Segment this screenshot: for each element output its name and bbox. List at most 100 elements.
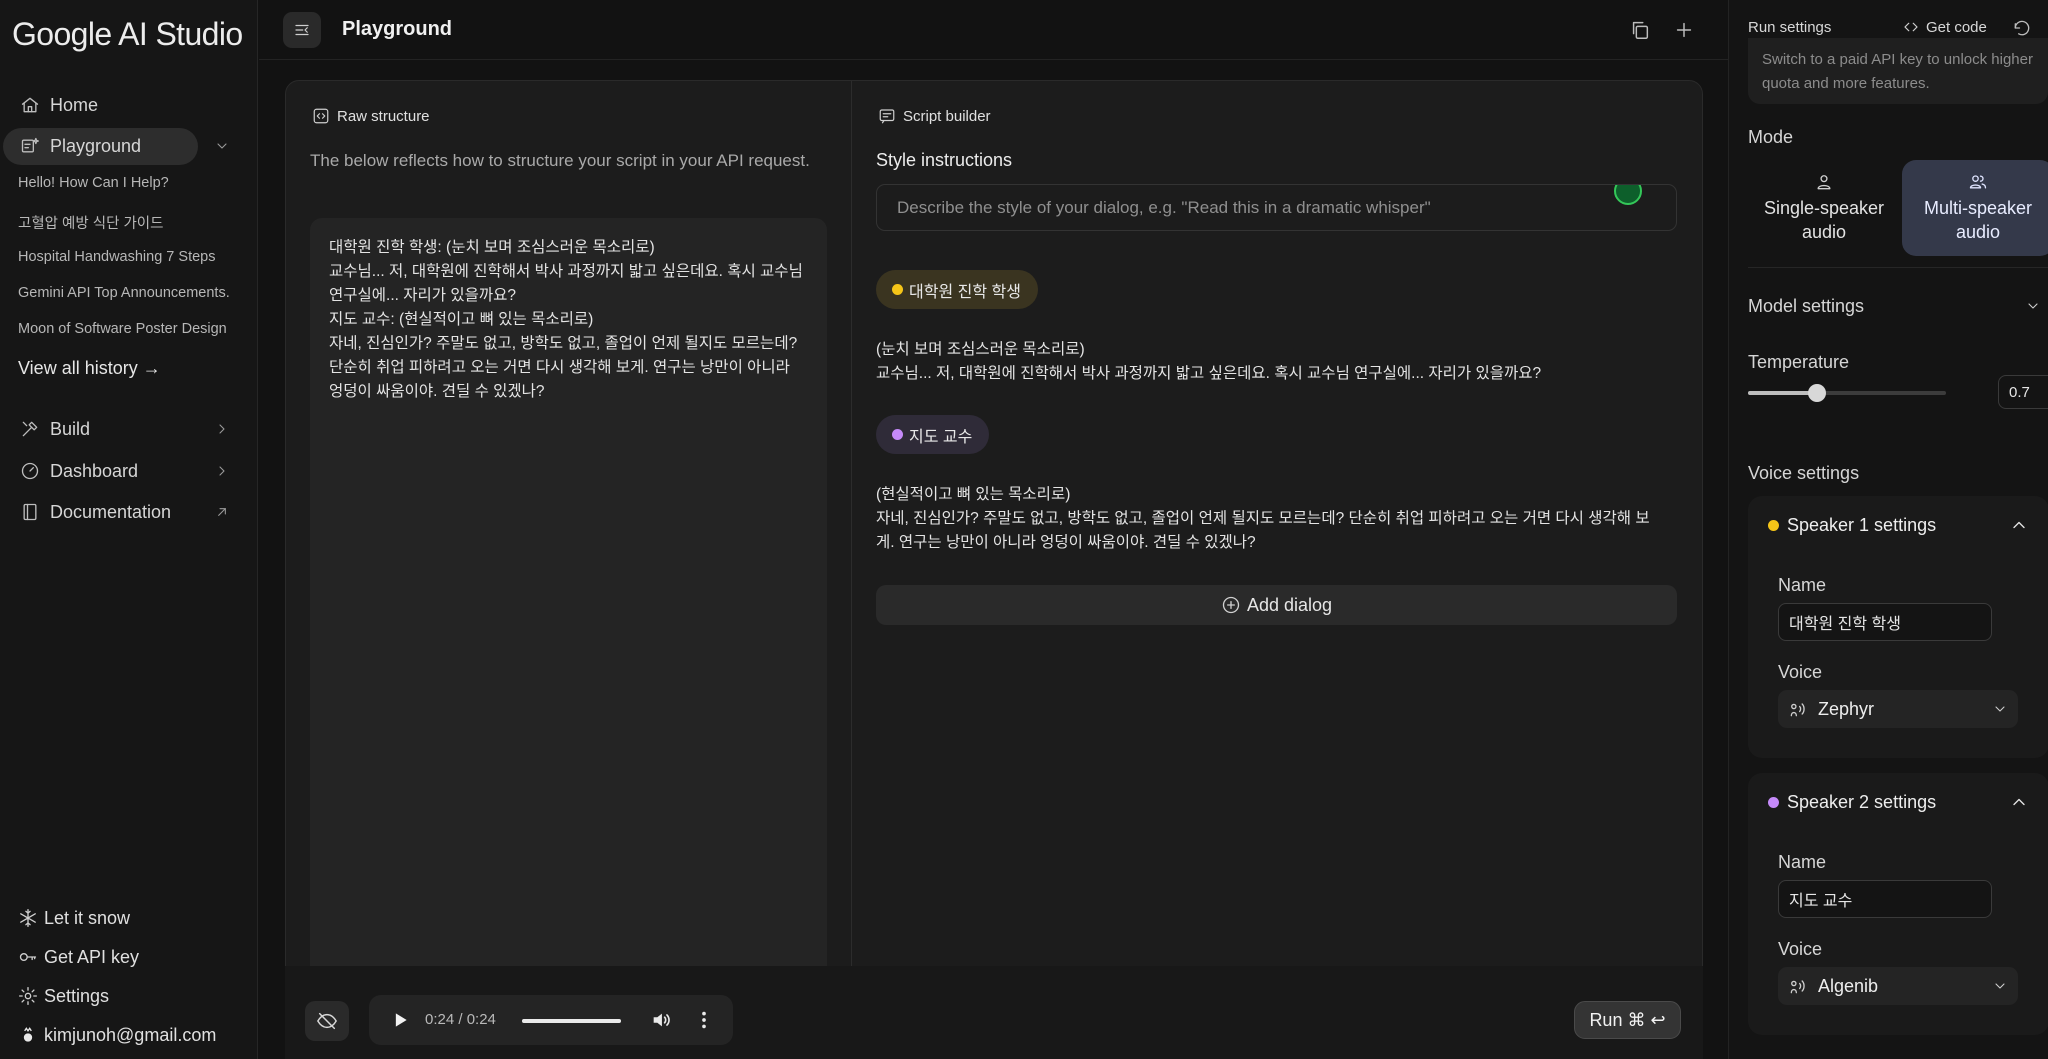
nav-dashboard[interactable]: Dashboard xyxy=(0,453,258,489)
key-icon xyxy=(19,953,37,961)
captions-off-icon xyxy=(317,1012,337,1030)
chevron-down-icon xyxy=(1995,983,2005,989)
account-icon xyxy=(23,1027,33,1042)
let-it-snow-button[interactable]: Let it snow xyxy=(0,903,258,933)
app-logo[interactable]: Google AI Studio xyxy=(12,16,243,53)
temperature-slider-thumb[interactable] xyxy=(1808,384,1827,402)
account-button[interactable]: kimjunoh@gmail.com xyxy=(0,1020,258,1050)
speaker-1-voice-select[interactable]: Zephyr xyxy=(1778,690,2018,728)
speaker-2-voice-value: Algenib xyxy=(1818,975,1879,996)
speaker-chip-label: 지도 교수 xyxy=(909,428,973,446)
nav-playground[interactable]: Playground xyxy=(0,128,258,165)
mode-single-label: Single-speaker audio xyxy=(1763,198,1885,242)
run-button[interactable]: Run ⌘ ↩ xyxy=(1574,1001,1681,1039)
dialog-text[interactable]: (눈치 보며 조심스러운 목소리로) 교수님... 저, 대학원에 진학해서 박… xyxy=(876,338,1666,386)
history-item[interactable]: 고혈압 예방 식단 가이드 xyxy=(18,212,164,233)
speaker-2-name-input[interactable]: 지도 교수 xyxy=(1778,880,1992,918)
chevron-down-icon[interactable] xyxy=(214,138,230,154)
code-icon xyxy=(1904,22,1918,32)
settings-button[interactable]: Settings xyxy=(0,981,258,1011)
add-dialog-button[interactable]: Add dialog xyxy=(876,585,1677,625)
nav-playground-label: Playground xyxy=(50,135,142,156)
nav-dashboard-label: Dashboard xyxy=(50,460,139,481)
mode-label: Mode xyxy=(1748,127,1794,147)
speaker-color-dot xyxy=(1768,797,1779,808)
temperature-label: Temperature xyxy=(1748,352,1850,372)
nav-build-label: Build xyxy=(50,418,91,439)
chevron-right-icon xyxy=(219,424,225,434)
play-icon[interactable] xyxy=(390,1010,410,1030)
style-instructions-input[interactable]: Describe the style of your dialog, e.g. … xyxy=(876,184,1677,231)
mode-single-speaker-option[interactable]: Single-speaker audio xyxy=(1748,160,1900,256)
chevron-right-icon xyxy=(219,466,225,476)
toggle-sidebar-button[interactable] xyxy=(283,12,321,48)
add-dialog-label: Add dialog xyxy=(1246,594,1333,615)
account-email: kimjunoh@gmail.com xyxy=(44,1024,217,1045)
view-all-history-link[interactable]: View all history → xyxy=(18,358,161,379)
history-item[interactable]: Hello! How Can I Help? xyxy=(18,175,169,191)
top-bar: Playground xyxy=(259,0,1728,60)
person-icon xyxy=(1817,175,1831,190)
script-builder-title: Script builder xyxy=(903,107,991,125)
history-item[interactable]: Hospital Handwashing 7 Steps xyxy=(18,249,215,265)
history-item[interactable]: Gemini API Top Announcements. xyxy=(18,285,230,301)
speaker-1-name-input[interactable]: 대학원 진학 학생 xyxy=(1778,603,1992,641)
mode-multi-speaker-option[interactable]: Multi-speaker audio xyxy=(1902,160,2048,256)
raw-script-box[interactable]: 대학원 진학 학생: (눈치 보며 조심스러운 목소리로) 교수님... 저, … xyxy=(310,218,827,978)
nav-build[interactable]: Build xyxy=(0,411,258,447)
speaker-1-voice-value: Zephyr xyxy=(1818,698,1875,719)
chevron-up-icon[interactable] xyxy=(2009,515,2029,535)
build-icon xyxy=(22,421,38,437)
reset-settings-icon[interactable] xyxy=(2012,18,2032,38)
run-settings-title: Run settings xyxy=(1748,19,1832,36)
chevron-up-icon[interactable] xyxy=(2009,792,2029,812)
caption-toggle-button[interactable] xyxy=(305,1001,349,1041)
run-settings-panel: Run settings Get code Switch to a paid A… xyxy=(1728,0,2048,1059)
temperature-slider-fill xyxy=(1748,391,1818,395)
speaker-color-dot xyxy=(1768,520,1779,531)
copy-icon[interactable] xyxy=(1629,19,1651,41)
dashboard-icon xyxy=(21,462,39,480)
get-code-button[interactable]: Get code xyxy=(1902,18,1987,36)
page-title: Playground xyxy=(342,18,453,40)
dialog-text[interactable]: (현실적이고 뼈 있는 목소리로) 자네, 진심인가? 주말도 없고, 방학도 … xyxy=(876,483,1666,555)
get-api-key-button[interactable]: Get API key xyxy=(0,942,258,972)
playback-progress[interactable] xyxy=(522,1019,621,1023)
model-settings-header[interactable]: Model settings xyxy=(1748,296,1864,317)
grammar-check-badge[interactable] xyxy=(1614,185,1642,205)
history-item[interactable]: Moon of Software Poster Design xyxy=(18,321,227,337)
settings-label: Settings xyxy=(44,985,110,1006)
voice-settings-header: Voice settings xyxy=(1748,463,1860,483)
more-vert-icon[interactable] xyxy=(693,1009,715,1031)
nav-home[interactable]: Home xyxy=(0,87,258,123)
code-box-icon xyxy=(313,108,329,124)
new-chat-icon[interactable] xyxy=(1673,19,1695,41)
temperature-slider[interactable] xyxy=(1748,391,1946,395)
chevron-down-icon[interactable] xyxy=(2025,298,2041,314)
speaker-1-settings-header[interactable]: Speaker 1 settings xyxy=(1768,515,1936,536)
style-instructions-placeholder: Describe the style of your dialog, e.g. … xyxy=(897,197,1431,217)
speaker-chip[interactable]: 대학원 진학 학생 xyxy=(876,270,1038,309)
voice-icon xyxy=(1790,980,1805,994)
speaker-1-name-label: Name xyxy=(1778,575,1827,595)
speaker-1-voice-label: Voice xyxy=(1778,662,1823,682)
nav-documentation-label: Documentation xyxy=(50,501,172,522)
temperature-input[interactable]: 0.7 xyxy=(1998,375,2048,409)
speaker-2-settings-header[interactable]: Speaker 2 settings xyxy=(1768,792,1936,813)
volume-icon[interactable] xyxy=(650,1009,672,1031)
raw-structure-description: The below reflects how to structure your… xyxy=(310,151,810,170)
script-icon xyxy=(879,109,895,124)
collapse-sidebar-icon xyxy=(295,24,309,36)
playback-progress-fill xyxy=(522,1019,621,1023)
sidebar: Google AI Studio Home Playground Hello! … xyxy=(0,0,258,1059)
speaker-color-dot xyxy=(892,429,903,440)
speaker-2-voice-select[interactable]: Algenib xyxy=(1778,967,2018,1005)
get-code-label: Get code xyxy=(1926,18,1987,36)
player-bar: 0:24 / 0:24 Run ⌘ ↩ xyxy=(285,966,1703,1059)
nav-documentation[interactable]: Documentation xyxy=(0,494,258,530)
speaker-chip[interactable]: 지도 교수 xyxy=(876,415,990,454)
raw-structure-title: Raw structure xyxy=(337,107,430,125)
add-circle-icon xyxy=(1222,596,1240,614)
chevron-down-icon xyxy=(1995,706,2005,712)
column-divider xyxy=(851,81,852,966)
